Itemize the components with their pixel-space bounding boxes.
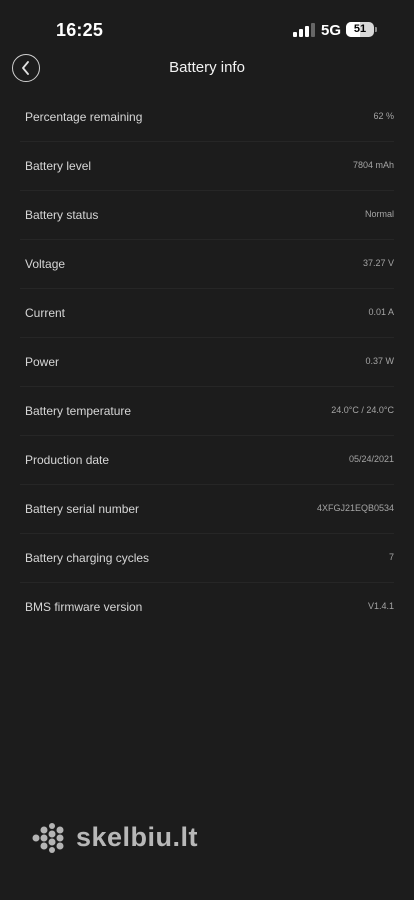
info-value: 4XFGJ21EQB0534 (316, 503, 394, 513)
page-title: Battery info (169, 59, 245, 76)
info-value: 7 (388, 552, 394, 562)
header: Battery info (0, 50, 414, 86)
signal-icon (293, 23, 315, 37)
info-row: Voltage 37.27 V (20, 240, 394, 289)
info-value: 0.37 W (365, 356, 394, 366)
info-value: 7804 mAh (352, 160, 394, 170)
battery-info-list: Percentage remaining 62 % Battery level 780… (0, 93, 414, 632)
watermark-logo-icon (32, 823, 64, 853)
watermark: skelbiu.lt (32, 820, 212, 860)
info-row: Production date 05/24/2021 (20, 436, 394, 485)
info-label: Voltage (25, 257, 66, 271)
info-value: 0.01 A (368, 307, 394, 317)
info-row: BMS firmware version V1.4.1 (20, 583, 394, 632)
info-label: Battery level (25, 159, 92, 173)
watermark-text: skelbiu.lt (76, 822, 199, 852)
info-row: Battery level 7804 mAh (20, 142, 394, 191)
info-row: Percentage remaining 62 % (20, 93, 394, 142)
info-label: Battery temperature (25, 404, 132, 418)
info-row: Power 0.37 W (20, 338, 394, 387)
info-row: Battery temperature 24.0°C / 24.0°C (20, 387, 394, 436)
info-value: Normal (364, 209, 394, 219)
status-bar: 16:25 5G 51 (0, 0, 414, 56)
battery-cap-icon (375, 27, 377, 32)
info-value: 37.27 V (362, 258, 394, 268)
info-label: Battery status (25, 208, 99, 222)
info-row: Battery charging cycles 7 (20, 534, 394, 583)
screen: 16:25 5G 51 Battery info Percentage rema… (0, 0, 414, 900)
info-label: Battery serial number (25, 502, 140, 516)
battery-percent: 51 (353, 23, 367, 35)
info-label: Percentage remaining (25, 110, 143, 124)
info-value: V1.4.1 (367, 601, 394, 611)
info-value: 05/24/2021 (348, 454, 394, 464)
info-row: Battery status Normal (20, 191, 394, 240)
info-row: Current 0.01 A (20, 289, 394, 338)
info-label: Battery charging cycles (25, 551, 150, 565)
info-label: Power (25, 355, 60, 369)
info-value: 24.0°C / 24.0°C (331, 405, 394, 415)
info-label: Current (25, 306, 66, 320)
info-label: Production date (25, 453, 110, 467)
info-row: Battery serial number 4XFGJ21EQB0534 (20, 485, 394, 534)
status-time: 16:25 (56, 20, 104, 40)
battery-icon: 51 (346, 22, 374, 37)
network-label: 5G (321, 22, 342, 39)
info-label: BMS firmware version (25, 600, 143, 614)
info-value: 62 % (373, 111, 394, 121)
